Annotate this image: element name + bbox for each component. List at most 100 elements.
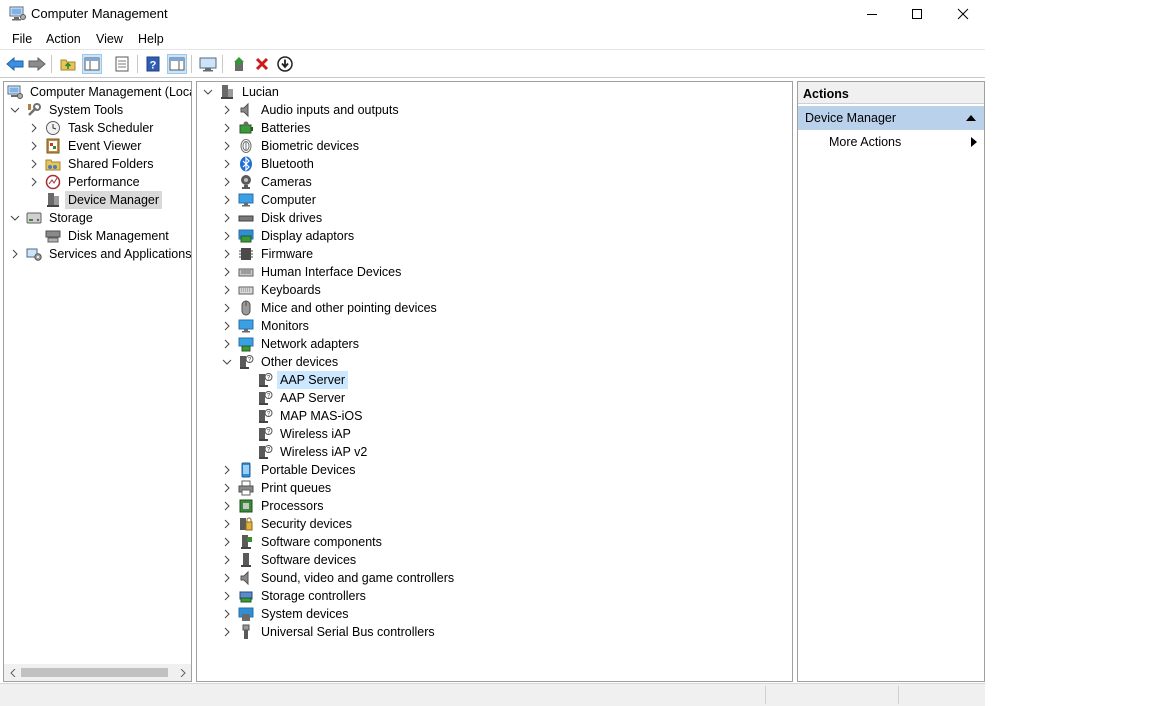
- device-category-row[interactable]: Software devices: [221, 551, 359, 569]
- scroll-right-icon[interactable]: [174, 664, 191, 681]
- chevron-right-icon[interactable]: [221, 140, 233, 152]
- chevron-right-icon[interactable]: [9, 248, 21, 260]
- chevron-right-icon[interactable]: [221, 626, 233, 638]
- chevron-right-icon[interactable]: [221, 302, 233, 314]
- show-hide-console-tree-button[interactable]: [82, 54, 102, 74]
- scroll-left-icon[interactable]: [4, 664, 21, 681]
- maximize-button[interactable]: [894, 0, 940, 28]
- device-category-row[interactable]: Audio inputs and outputs: [221, 101, 402, 119]
- tree-item-services-and-applications[interactable]: Services and Applications: [9, 245, 191, 263]
- device-category-row[interactable]: Universal Serial Bus controllers: [221, 623, 438, 641]
- tree-item-shared-folders[interactable]: Shared Folders: [28, 155, 156, 173]
- device-category-row[interactable]: Disk drives: [221, 209, 325, 227]
- device-category-row[interactable]: Security devices: [221, 515, 355, 533]
- chevron-right-icon[interactable]: [221, 464, 233, 476]
- chevron-down-icon[interactable]: [221, 356, 233, 368]
- tree-item-event-viewer[interactable]: Event Viewer: [28, 137, 144, 155]
- device-category-row[interactable]: System devices: [221, 605, 352, 623]
- show-hide-action-pane-button[interactable]: [167, 54, 187, 74]
- device-item-map-mas-ios[interactable]: ? MAP MAS-iOS: [257, 407, 365, 425]
- device-item-wireless-iap-v2[interactable]: ? Wireless iAP v2: [257, 443, 370, 461]
- menu-action[interactable]: Action: [46, 32, 81, 46]
- forward-button[interactable]: [27, 54, 47, 74]
- device-category-row[interactable]: Display adaptors: [221, 227, 357, 245]
- chevron-right-icon[interactable]: [221, 338, 233, 350]
- chevron-right-icon[interactable]: [28, 140, 40, 152]
- tree-item-task-scheduler[interactable]: Task Scheduler: [28, 119, 156, 137]
- chevron-right-icon[interactable]: [221, 122, 233, 134]
- disable-device-button[interactable]: [275, 54, 295, 74]
- chevron-right-icon[interactable]: [221, 158, 233, 170]
- chevron-right-icon[interactable]: [221, 176, 233, 188]
- chevron-right-icon[interactable]: [221, 320, 233, 332]
- help-button[interactable]: ?: [143, 54, 163, 74]
- device-category-row[interactable]: Processors: [221, 497, 327, 515]
- camera-icon: [238, 174, 254, 190]
- chevron-right-icon[interactable]: [28, 122, 40, 134]
- chevron-right-icon[interactable]: [221, 554, 233, 566]
- device-category-row[interactable]: Print queues: [221, 479, 334, 497]
- device-category-row[interactable]: Storage controllers: [221, 587, 369, 605]
- device-category-row[interactable]: Keyboards: [221, 281, 324, 299]
- properties-button[interactable]: [112, 54, 132, 74]
- device-category-row[interactable]: Monitors: [221, 317, 312, 335]
- chevron-right-icon[interactable]: [28, 158, 40, 170]
- device-item-aap-server[interactable]: ? AAP Server: [257, 389, 348, 407]
- chevron-right-icon[interactable]: [221, 266, 233, 278]
- tree-item-disk-management[interactable]: Disk Management: [45, 227, 172, 245]
- scan-hardware-button[interactable]: [198, 54, 218, 74]
- tree-item-device-manager[interactable]: Device Manager: [45, 191, 163, 209]
- chevron-right-icon[interactable]: [221, 572, 233, 584]
- device-item-aap-server[interactable]: ? AAP Server: [257, 371, 349, 389]
- chevron-right-icon[interactable]: [221, 518, 233, 530]
- close-button[interactable]: [940, 0, 986, 28]
- device-tree-root[interactable]: Lucian: [202, 83, 282, 101]
- menu-file[interactable]: File: [12, 32, 32, 46]
- tree-root-computer-management[interactable]: Computer Management (Local: [7, 83, 191, 101]
- scrollbar-thumb[interactable]: [21, 668, 168, 677]
- title-bar[interactable]: Computer Management: [0, 0, 985, 28]
- device-category-row[interactable]: Biometric devices: [221, 137, 362, 155]
- minimize-button[interactable]: [849, 0, 895, 28]
- horizontal-scrollbar[interactable]: [4, 664, 191, 681]
- update-driver-button[interactable]: [229, 54, 249, 74]
- chevron-down-icon[interactable]: [202, 86, 214, 98]
- chevron-right-icon[interactable]: [221, 608, 233, 620]
- chevron-right-icon[interactable]: [221, 248, 233, 260]
- chevron-right-icon[interactable]: [221, 482, 233, 494]
- chevron-right-icon[interactable]: [221, 536, 233, 548]
- chevron-right-icon[interactable]: [221, 230, 233, 242]
- more-actions-item[interactable]: More Actions: [829, 135, 901, 149]
- chevron-right-icon[interactable]: [221, 590, 233, 602]
- device-category-row[interactable]: Sound, video and game controllers: [221, 569, 457, 587]
- chevron-right-icon[interactable]: [221, 194, 233, 206]
- actions-section-device-manager[interactable]: Device Manager: [798, 106, 984, 130]
- uninstall-device-button[interactable]: [252, 54, 272, 74]
- menu-view[interactable]: View: [96, 32, 123, 46]
- device-category-row[interactable]: Firmware: [221, 245, 316, 263]
- chevron-right-icon[interactable]: [28, 176, 40, 188]
- device-category-row[interactable]: Human Interface Devices: [221, 263, 404, 281]
- device-category-row[interactable]: Portable Devices: [221, 461, 359, 479]
- device-category-other-devices[interactable]: ? Other devices: [221, 353, 341, 371]
- device-category-row[interactable]: Software components: [221, 533, 385, 551]
- device-category-row[interactable]: Network adapters: [221, 335, 362, 353]
- chevron-down-icon[interactable]: [9, 212, 21, 224]
- device-category-row[interactable]: Mice and other pointing devices: [221, 299, 440, 317]
- device-item-wireless-iap[interactable]: ? Wireless iAP: [257, 425, 354, 443]
- chevron-down-icon[interactable]: [9, 104, 21, 116]
- chevron-right-icon[interactable]: [221, 212, 233, 224]
- device-category-row[interactable]: Computer: [221, 191, 319, 209]
- chevron-right-icon[interactable]: [221, 104, 233, 116]
- device-category-row[interactable]: Cameras: [221, 173, 315, 191]
- tree-item-performance[interactable]: Performance: [28, 173, 143, 191]
- back-button[interactable]: [5, 54, 25, 74]
- chevron-right-icon[interactable]: [221, 284, 233, 296]
- device-category-row[interactable]: Bluetooth: [221, 155, 317, 173]
- menu-help[interactable]: Help: [138, 32, 164, 46]
- device-category-row[interactable]: Batteries: [221, 119, 313, 137]
- tree-item-system-tools[interactable]: System Tools: [9, 101, 126, 119]
- tree-item-storage[interactable]: Storage: [9, 209, 96, 227]
- up-one-level-button[interactable]: [58, 54, 78, 74]
- chevron-right-icon[interactable]: [221, 500, 233, 512]
